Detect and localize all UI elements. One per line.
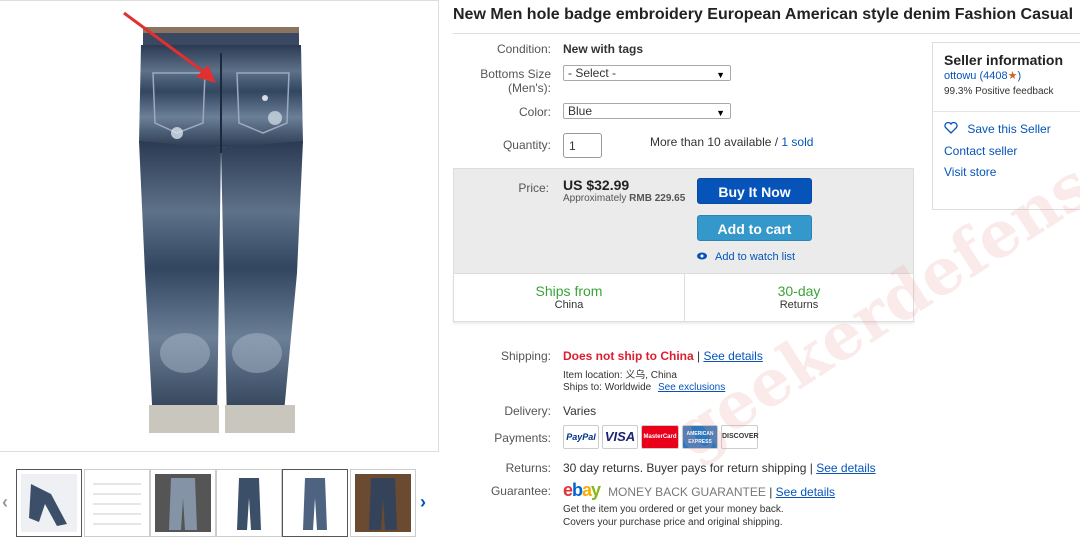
add-to-cart-button[interactable]: Add to cart (697, 215, 812, 241)
chevron-left-icon[interactable]: ‹ (2, 492, 8, 513)
visa-logo: VISA (602, 425, 638, 449)
add-to-watch-list-link[interactable]: Add to watch list (697, 251, 795, 263)
thumbnail-strip: ‹ › (0, 466, 440, 541)
color-select[interactable]: Blue ▼ (563, 103, 731, 119)
seller-score[interactable]: (4408 (979, 70, 1007, 82)
save-seller-link[interactable]: Save this Seller (944, 121, 1051, 136)
thumbnail-1[interactable] (16, 469, 82, 537)
thumbnail-6[interactable] (350, 469, 416, 537)
price-approx-prefix: Approximately (563, 193, 630, 204)
size-select[interactable]: - Select - ▼ (563, 65, 731, 81)
condition-label: Condition: (496, 42, 551, 56)
star-icon: ★ (1007, 70, 1018, 82)
heart-icon (944, 121, 967, 136)
eye-icon (697, 251, 707, 263)
returns-policy: 30 day returns. Buyer pays for return sh… (563, 461, 876, 475)
caret-down-icon: ▼ (716, 70, 725, 80)
sold-link[interactable]: 1 sold (781, 135, 813, 149)
condition-value: New with tags (563, 42, 644, 56)
payments-label: Payments: (494, 431, 551, 445)
ships-from-label: Ships from (535, 283, 603, 299)
price-approx-value: RMB 229.65 (629, 193, 686, 204)
see-exclusions-link[interactable]: See exclusions (658, 382, 725, 393)
ships-from-col: Ships from China (454, 283, 684, 311)
guarantee-see-details-link[interactable]: See details (776, 485, 835, 499)
size-label-line1: Bottoms Size (480, 67, 551, 81)
size-label-line2: (Men's): (508, 81, 551, 95)
seller-heading: Seller information (944, 52, 1064, 68)
paypal-logo: PayPal (563, 425, 599, 449)
delivery-label: Delivery: (504, 404, 551, 418)
returns-policy-label: Returns: (505, 461, 551, 475)
shipping-status-line: Does not ship to China | See details (563, 349, 763, 363)
main-product-image[interactable] (0, 0, 439, 452)
availability-value: More than 10 available / (650, 135, 782, 149)
thumbnail-2[interactable] (84, 469, 150, 537)
guarantee-label: Guarantee: (490, 484, 551, 498)
ships-from-value: China (554, 299, 584, 311)
shipping-summary: Ships from China 30-day Returns (453, 273, 914, 322)
returns-col: 30-day Returns (684, 283, 914, 311)
guarantee-line1: Get the item you ordered or get your mon… (563, 504, 784, 515)
save-seller-label: Save this Seller (967, 122, 1051, 136)
seller-information-box: Seller information ottowu (4408★) 99.3% … (932, 42, 1080, 210)
seller-name-line: ottowu (4408★) (944, 69, 1021, 82)
quantity-label: Quantity: (502, 138, 551, 152)
caret-down-icon: ▼ (716, 108, 725, 118)
shipping-label: Shipping: (500, 349, 551, 363)
title-divider (453, 33, 1080, 34)
shipping-status: Does not ship to China (563, 349, 694, 363)
buy-it-now-button[interactable]: Buy It Now (697, 178, 812, 204)
mastercard-logo: MasterCard (641, 425, 679, 449)
ships-to: Ships to: Worldwide (563, 382, 652, 393)
seller-score-end: ) (1017, 70, 1022, 82)
delivery-value: Varies (563, 404, 597, 418)
listing-title: New Men hole badge embroidery European A… (453, 6, 1074, 23)
seller-name-link[interactable]: ottowu (944, 70, 976, 82)
color-select-value: Blue (568, 104, 593, 118)
money-back-guarantee: MONEY BACK GUARANTEE (608, 485, 766, 499)
ebay-logo: ebay (563, 480, 601, 500)
amex-logo: AMERICAN EXPRESS (682, 425, 718, 449)
contact-seller-link[interactable]: Contact seller (944, 144, 1017, 158)
price-amount: US $32.99 (563, 177, 630, 193)
item-location: Item location: 义乌, China (563, 370, 677, 381)
shipping-see-details-link[interactable]: See details (703, 349, 762, 363)
visit-store-link[interactable]: Visit store (944, 165, 996, 179)
returns-policy-text: 30 day returns. Buyer pays for return sh… (563, 461, 817, 475)
discover-logo: DISCOVER (721, 425, 759, 449)
guarantee-line: ebay MONEY BACK GUARANTEE | See details (563, 480, 835, 501)
shipping-sep: | (693, 349, 704, 363)
availability-text: More than 10 available / 1 sold (650, 135, 813, 149)
returns-see-details-link[interactable]: See details (816, 461, 875, 475)
red-arrow-icon (123, 11, 216, 83)
thumbnail-5[interactable] (282, 469, 348, 537)
guarantee-line2: Covers your purchase price and original … (563, 517, 783, 528)
price-approx: Approximately RMB 229.65 (563, 193, 685, 204)
returns-days: 30-day (777, 283, 821, 299)
seller-feedback: 99.3% Positive feedback (944, 86, 1054, 97)
ships-to-line: Ships to: Worldwide See exclusions (563, 382, 725, 393)
guarantee-sep: | (765, 485, 776, 499)
price-label: Price: (518, 181, 549, 195)
thumbnail-4[interactable] (216, 469, 282, 537)
thumbnail-3[interactable] (150, 469, 216, 537)
returns-label: Returns (779, 299, 819, 311)
add-to-watch-list-label: Add to watch list (715, 251, 796, 263)
seller-divider (933, 111, 1080, 112)
quantity-input[interactable]: 1 (563, 133, 602, 158)
color-label: Color: (518, 105, 551, 119)
size-select-value: - Select - (568, 66, 617, 80)
